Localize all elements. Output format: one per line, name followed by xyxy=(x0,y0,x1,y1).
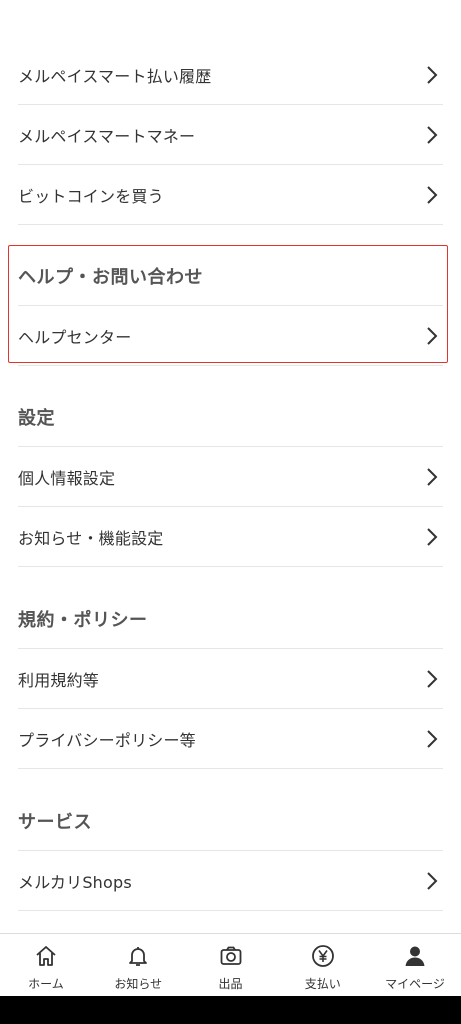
tab-mypage[interactable]: マイページ xyxy=(369,934,461,997)
menu-item-label: 利用規約等 xyxy=(18,670,100,690)
menu-item-merpay-smart-history[interactable]: メルペイスマート払い履歴 xyxy=(18,45,443,105)
tab-label: お知らせ xyxy=(114,977,163,991)
section-title: サービス xyxy=(18,811,92,833)
bell-icon xyxy=(125,943,151,969)
chevron-right-icon xyxy=(425,185,439,205)
tab-label: 支払い xyxy=(304,977,341,991)
home-icon xyxy=(33,943,59,969)
chevron-right-icon xyxy=(425,65,439,85)
menu-item-terms-of-use[interactable]: 利用規約等 xyxy=(18,649,443,709)
tab-label: 出品 xyxy=(218,977,243,991)
menu-item-label: メルペイスマートマネー xyxy=(18,126,196,146)
menu-item-label: メルペイスマート払い履歴 xyxy=(18,66,212,86)
chevron-right-icon xyxy=(425,467,439,487)
section-header-settings: 設定 xyxy=(18,387,443,447)
tab-sell[interactable]: 出品 xyxy=(185,934,277,997)
camera-icon xyxy=(218,943,244,969)
menu-item-label: メルカリShops xyxy=(18,872,132,892)
menu-item-help-center[interactable]: ヘルプセンター xyxy=(18,306,443,366)
menu-item-label: ヘルプセンター xyxy=(18,327,132,347)
tab-label: マイページ xyxy=(385,977,445,991)
menu-item-buy-bitcoin[interactable]: ビットコインを買う xyxy=(18,165,443,225)
tab-notifications[interactable]: お知らせ xyxy=(92,934,184,997)
menu-item-label: 個人情報設定 xyxy=(18,468,116,488)
section-title: ヘルプ・お問い合わせ xyxy=(18,266,203,288)
chevron-right-icon xyxy=(425,326,439,346)
yen-icon xyxy=(310,943,336,969)
tab-home[interactable]: ホーム xyxy=(0,934,92,997)
chevron-right-icon xyxy=(425,125,439,145)
bottom-tab-bar: ホーム お知らせ 出品 支払い マイページ xyxy=(0,933,461,996)
section-title: 規約・ポリシー xyxy=(18,609,148,631)
chevron-right-icon xyxy=(425,729,439,749)
menu-item-privacy-policy[interactable]: プライバシーポリシー等 xyxy=(18,709,443,769)
menu-list: メルペイスマート払い履歴 メルペイスマートマネー ビットコインを買う ヘルプ・お… xyxy=(0,0,461,933)
menu-item-label: プライバシーポリシー等 xyxy=(18,730,196,750)
menu-item-label: ビットコインを買う xyxy=(18,186,164,206)
menu-item-personal-info-settings[interactable]: 個人情報設定 xyxy=(18,447,443,507)
system-navigation-bar xyxy=(0,996,461,1024)
menu-item-label: お知らせ・機能設定 xyxy=(18,528,164,548)
chevron-right-icon xyxy=(425,527,439,547)
section-header-services: サービス xyxy=(18,791,443,851)
section-title: 設定 xyxy=(18,407,55,429)
menu-item-notification-settings[interactable]: お知らせ・機能設定 xyxy=(18,507,443,567)
section-header-help: ヘルプ・お問い合わせ xyxy=(18,246,443,306)
tab-payment[interactable]: 支払い xyxy=(277,934,369,997)
chevron-right-icon xyxy=(425,669,439,689)
menu-item-merpay-smart-money[interactable]: メルペイスマートマネー xyxy=(18,105,443,165)
person-icon xyxy=(402,943,428,969)
chevron-right-icon xyxy=(425,871,439,891)
menu-item-mercari-shops[interactable]: メルカリShops xyxy=(18,851,443,911)
tab-label: ホーム xyxy=(28,977,64,991)
section-header-policy: 規約・ポリシー xyxy=(18,589,443,649)
